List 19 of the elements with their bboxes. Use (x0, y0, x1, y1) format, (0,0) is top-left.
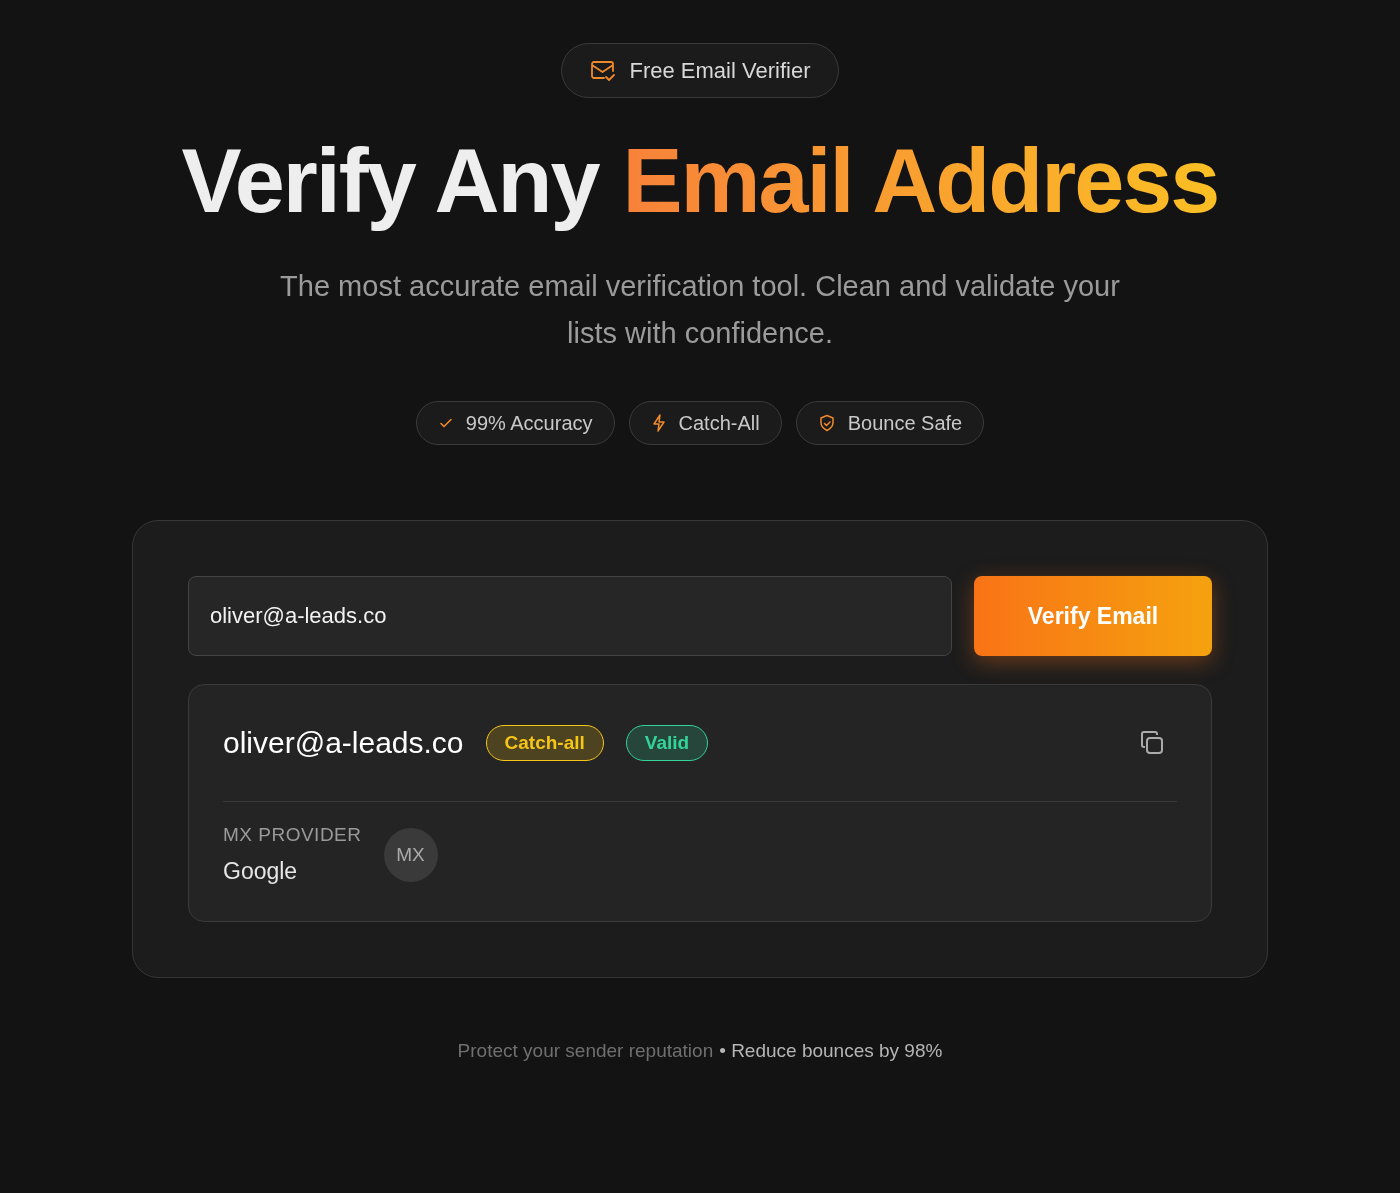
free-email-verifier-badge: Free Email Verifier (560, 43, 840, 98)
subtitle: The most accurate email verification tool. Clean and validate your lists with confidence. (279, 269, 1121, 351)
status-tag: Catch-all (485, 725, 604, 761)
feature-chip: 99% Accuracy (415, 401, 615, 445)
footer-note: Protect your sender reputation (457, 1040, 714, 1062)
copy-icon[interactable] (1139, 730, 1165, 756)
status-tag: Valid (625, 725, 709, 761)
footer-highlight: • Reduce bounces by 98% (719, 1040, 943, 1062)
feature-chip: Catch-All (628, 401, 782, 445)
mx-avatar: MX (383, 827, 438, 882)
mx-provider-value: Google (223, 858, 299, 885)
email-input-field[interactable]: oliver@a-leads.co (188, 576, 952, 656)
mx-provider-label: MX PROVIDER (223, 824, 362, 846)
mail-check-icon (589, 58, 616, 83)
shield-check-icon (817, 414, 836, 432)
headline-text: Verify Any (181, 132, 599, 231)
feature-chip: Bounce Safe (795, 401, 985, 445)
result-email: oliver@a-leads.co (223, 726, 464, 760)
lightning-icon (650, 414, 667, 432)
